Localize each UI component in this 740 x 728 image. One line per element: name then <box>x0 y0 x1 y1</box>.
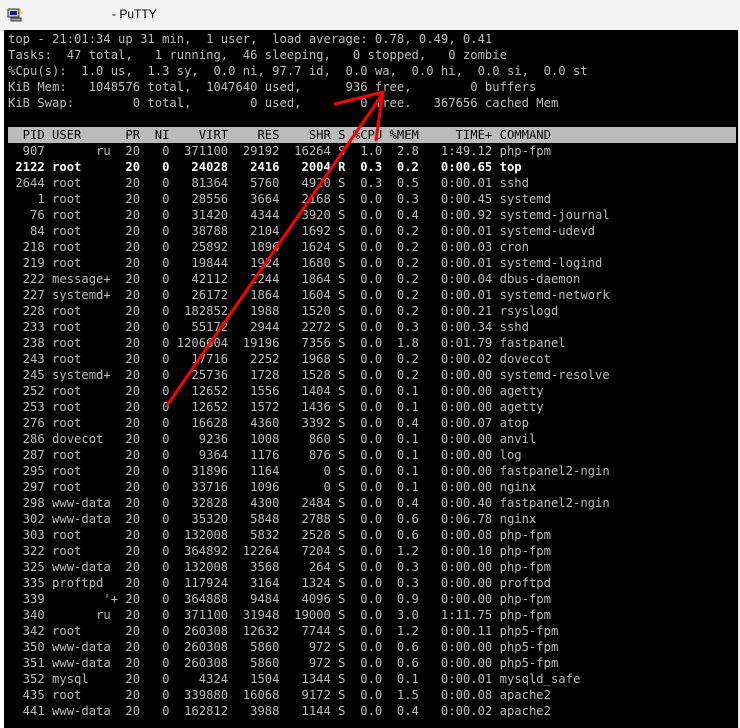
process-row: 335 proftpd 20 0 117924 3164 1324 S 0.0 … <box>8 576 551 590</box>
process-row: 325 www-data 20 0 132008 3568 264 S 0.0 … <box>8 560 551 574</box>
process-row: 295 root 20 0 31896 1164 0 S 0.0 0.1 0:0… <box>8 464 610 478</box>
process-row: 2644 root 20 0 81364 5760 4920 S 0.3 0.5… <box>8 176 529 190</box>
process-row: 352 mysql 20 0 4324 1504 1344 S 0.0 0.1 … <box>8 672 581 686</box>
process-row: 351 www-data 20 0 260308 5860 972 S 0.0 … <box>8 656 559 670</box>
process-row: 228 root 20 0 182852 1988 1520 S 0.0 0.2… <box>8 304 559 318</box>
process-row: 907 ru 20 0 371100 29192 16264 S 1.0 2.8… <box>8 144 551 158</box>
process-row: 243 root 20 0 17716 2252 1968 S 0.0 0.2 … <box>8 352 551 366</box>
process-row: 238 root 20 0 1206604 19196 7356 S 0.0 1… <box>8 336 566 350</box>
process-row: 322 root 20 0 364892 12264 7204 S 0.0 1.… <box>8 544 551 558</box>
putty-window: - PuTTY top - 21:01:34 up 31 min, 1 user… <box>0 0 740 728</box>
process-row: 350 www-data 20 0 260308 5860 972 S 0.0 … <box>8 640 559 654</box>
process-row: 227 systemd+ 20 0 26172 1864 1604 S 0.0 … <box>8 288 610 302</box>
process-row: 297 root 20 0 33716 1096 0 S 0.0 0.1 0:0… <box>8 480 537 494</box>
process-row: 298 www-data 20 0 32828 4300 2484 S 0.0 … <box>8 496 610 510</box>
process-row: 2122 root 20 0 24028 2416 2004 R 0.3 0.2… <box>8 160 522 174</box>
process-row: 441 www-data 20 0 162812 3988 1144 S 0.0… <box>8 704 551 718</box>
process-row: 435 root 20 0 339880 16068 9172 S 0.0 1.… <box>8 688 551 702</box>
process-row: 218 root 20 0 25892 1896 1624 S 0.0 0.2 … <box>8 240 529 254</box>
process-row: 245 systemd+ 20 0 25736 1728 1528 S 0.0 … <box>8 368 610 382</box>
top-cpu-line: %Cpu(s): 1.0 us, 1.3 sy, 0.0 ni, 97.7 id… <box>8 64 588 78</box>
process-row: 233 root 20 0 55172 2944 2272 S 0.0 0.3 … <box>8 320 529 334</box>
putty-app-icon[interactable] <box>7 8 23 22</box>
top-mem-line: KiB Mem: 1048576 total, 1047640 used, 93… <box>8 80 537 94</box>
process-row: 302 www-data 20 0 35320 5848 2788 S 0.0 … <box>8 512 537 526</box>
process-row: 287 root 20 0 9364 1176 876 S 0.0 0.1 0:… <box>8 448 522 462</box>
process-row: 339 '+ 20 0 364888 9484 4096 S 0.0 0.9 0… <box>8 592 551 606</box>
process-row: 222 message+ 20 0 42112 2244 1864 S 0.0 … <box>8 272 581 286</box>
process-row: 340 ru 20 0 371100 31948 19000 S 0.0 3.0… <box>8 608 551 622</box>
process-row: 219 root 20 0 19844 1924 1680 S 0.0 0.2 … <box>8 256 603 270</box>
process-row: 253 root 20 0 12652 1572 1436 S 0.0 0.1 … <box>8 400 544 414</box>
process-row: 76 root 20 0 31420 4344 3920 S 0.0 0.4 0… <box>8 208 610 222</box>
process-row: 1 root 20 0 28556 3664 2168 S 0.0 0.3 0:… <box>8 192 551 206</box>
top-swap-line: KiB Swap: 0 total, 0 used, 0 free. 36765… <box>8 96 559 110</box>
process-row: 286 dovecot 20 0 9236 1008 860 S 0.0 0.1… <box>8 432 537 446</box>
window-title: - PuTTY <box>112 7 157 21</box>
process-table-header: PID USER PR NI VIRT RES SHR S %CPU %MEM … <box>8 127 736 143</box>
process-row: 276 root 20 0 16628 4360 3392 S 0.0 0.4 … <box>8 416 529 430</box>
top-tasks-line: Tasks: 47 total, 1 running, 46 sleeping,… <box>8 48 507 62</box>
top-uptime-line: top - 21:01:34 up 31 min, 1 user, load a… <box>8 32 493 46</box>
terminal-area[interactable]: top - 21:01:34 up 31 min, 1 user, load a… <box>4 30 740 728</box>
process-row: 84 root 20 0 38788 2104 1692 S 0.0 0.2 0… <box>8 224 595 238</box>
title-bar[interactable]: - PuTTY <box>0 0 740 31</box>
process-row: 252 root 20 0 12652 1556 1404 S 0.0 0.1 … <box>8 384 544 398</box>
process-row: 342 root 20 0 260308 12632 7744 S 0.0 1.… <box>8 624 559 638</box>
process-row: 303 root 20 0 132008 5832 2528 S 0.0 0.6… <box>8 528 551 542</box>
